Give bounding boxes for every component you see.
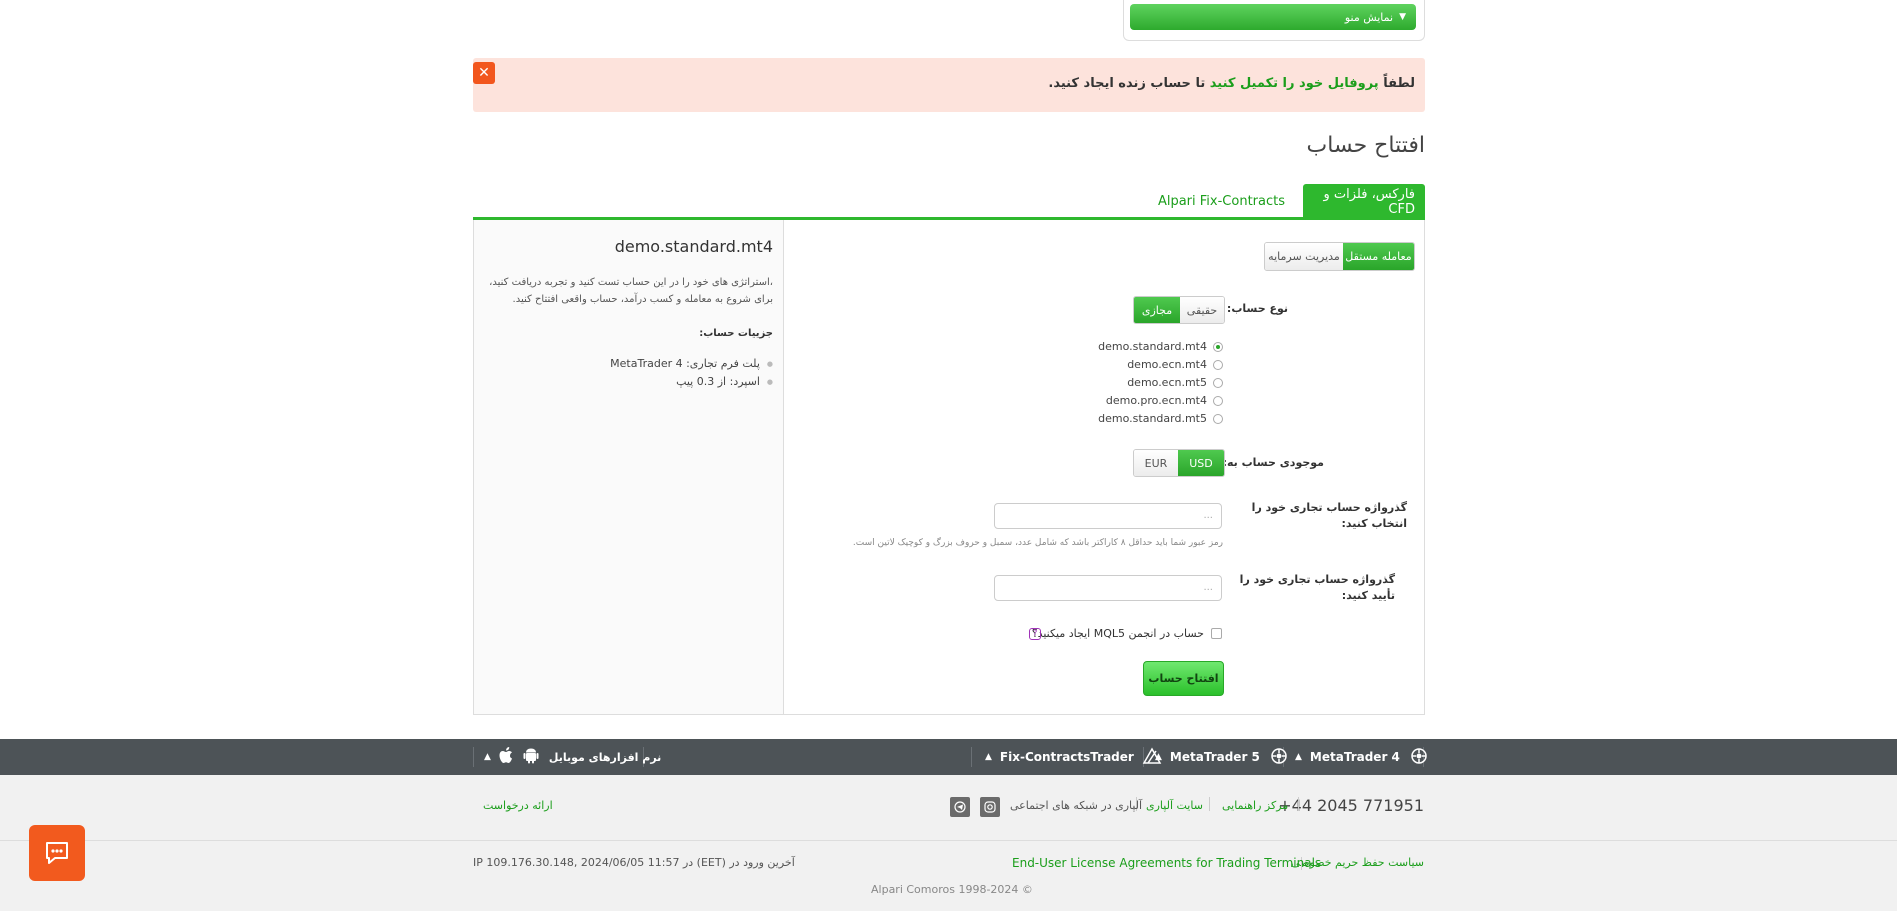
mt5-logo-icon xyxy=(1270,747,1288,768)
password-label: گذرواژه حساب تجاری خود را انتخاب کنید: xyxy=(1251,501,1407,530)
help-center-link[interactable]: مرکز راهنمایی xyxy=(1222,799,1288,812)
close-icon[interactable]: ✕ xyxy=(473,62,495,84)
profile-alert: ✕ لطفاً پروفایل خود را تکمیل کنید تا حسا… xyxy=(473,58,1425,112)
request-link[interactable]: ارائه درخواست xyxy=(483,799,553,812)
account-option-label: demo.ecn.mt5 xyxy=(1127,376,1207,389)
fix-contracts-logo-icon xyxy=(1142,746,1162,768)
android-icon xyxy=(523,747,539,767)
arrow-up-icon: ▲ xyxy=(484,752,491,762)
arrow-up-icon: ▲ xyxy=(1295,752,1302,762)
radio[interactable] xyxy=(1213,377,1223,388)
help-icon[interactable]: ? xyxy=(1029,628,1041,640)
radio[interactable] xyxy=(1213,413,1223,424)
platform-mt4[interactable]: ▲ MetaTrader 4 xyxy=(1295,739,1428,775)
platform-mt4-label: MetaTrader 4 xyxy=(1309,750,1400,764)
show-menu-button[interactable]: ▼ نمایش منو xyxy=(1130,4,1416,30)
phone-number[interactable]: +44 2045 771951 xyxy=(1278,796,1424,815)
footer-divider xyxy=(0,840,1897,841)
platform-mt5[interactable]: ▲ MetaTrader 5 xyxy=(1155,739,1288,775)
account-type-label: نوع حساب: xyxy=(1226,302,1288,315)
platform-bar: ▲ MetaTrader 4 ▲ MetaTrader 5 ▲ Fix-Cont… xyxy=(0,739,1897,775)
show-menu-label: نمایش منو xyxy=(1344,10,1394,24)
platform-fix-label: Fix-ContractsTrader xyxy=(999,750,1134,764)
details-item-spread: اسپرد: از 0.3 پیپ xyxy=(610,373,773,391)
account-option[interactable]: demo.ecn.mt4 xyxy=(1127,358,1223,371)
account-option-label: demo.standard.mt4 xyxy=(1098,340,1207,353)
alert-prefix: لطفاً xyxy=(1383,76,1415,91)
currency-toggle: EUR USD xyxy=(1133,449,1225,477)
currency-eur[interactable]: EUR xyxy=(1134,450,1178,476)
confirm-password-input[interactable]: ... xyxy=(994,575,1222,601)
account-option[interactable]: demo.standard.mt5 xyxy=(1098,412,1223,425)
account-option[interactable]: demo.ecn.mt5 xyxy=(1127,376,1223,389)
arrow-up-icon: ▲ xyxy=(985,752,992,762)
details-item-platform: پلت فرم تجاری: MetaTrader 4 xyxy=(610,355,773,373)
details-subtitle: جزییات حساب: xyxy=(699,328,773,339)
last-login-info: IP 109.176.30.148, 2024/06/05 11:57 در (… xyxy=(473,856,795,869)
platform-fix-contracts[interactable]: ▲ Fix-ContractsTrader xyxy=(985,739,1162,775)
radio-selected[interactable] xyxy=(1213,341,1223,352)
chat-button[interactable] xyxy=(29,825,85,881)
alpari-site-link[interactable]: سایت آلپاری xyxy=(1146,799,1203,812)
open-account-button[interactable]: افتتاح حساب xyxy=(1143,661,1224,696)
alert-message: لطفاً پروفایل خود را تکمیل کنید تا حساب … xyxy=(1048,76,1415,91)
mobile-apps[interactable]: ▲ نرم افزارهای موبایل xyxy=(484,739,661,775)
apple-icon xyxy=(499,747,513,767)
account-type-demo[interactable]: مجازی xyxy=(1134,297,1180,323)
instagram-icon[interactable] xyxy=(980,797,1000,817)
mobile-apps-label: نرم افزارهای موبایل xyxy=(548,750,662,764)
password-placeholder: ... xyxy=(1203,510,1213,521)
password-input[interactable]: ... xyxy=(994,503,1222,529)
chat-icon xyxy=(46,842,68,864)
complete-profile-link[interactable]: پروفایل خود را تکمیل کنید xyxy=(1210,76,1379,91)
account-type-toggle: مجازی حقیقی xyxy=(1133,296,1225,324)
confirm-password-placeholder: ... xyxy=(1203,582,1213,593)
details-description: ،استراتژی های خود را در این حساب تست کنی… xyxy=(489,277,773,305)
account-option-label: demo.ecn.mt4 xyxy=(1127,358,1207,371)
mt4-logo-icon xyxy=(1410,747,1428,768)
currency-label: موجودی حساب به: xyxy=(1222,456,1324,469)
social-label: آلپاری در شبکه های اجتماعی xyxy=(1010,799,1143,812)
password-hint: رمز عبور شما باید حداقل ۸ کاراکتر باشد ک… xyxy=(852,538,1223,548)
details-title: demo.standard.mt4 xyxy=(614,237,773,256)
divider xyxy=(971,747,972,767)
chevron-down-icon: ▼ xyxy=(1399,12,1406,22)
menu-container: ▼ نمایش منو xyxy=(1123,0,1425,41)
page-title: افتتاح حساب xyxy=(1306,133,1425,158)
radio[interactable] xyxy=(1213,395,1223,406)
currency-usd[interactable]: USD xyxy=(1178,450,1224,476)
telegram-icon[interactable] xyxy=(950,797,970,817)
details-list: پلت فرم تجاری: MetaTrader 4 اسپرد: از 0.… xyxy=(610,355,773,391)
account-details-sidebar: demo.standard.mt4 ،استراتژی های خود را د… xyxy=(474,220,784,714)
account-option-label: demo.standard.mt5 xyxy=(1098,412,1207,425)
account-option[interactable]: demo.standard.mt4 xyxy=(1098,340,1223,353)
account-option[interactable]: demo.pro.ecn.mt4 xyxy=(1106,394,1223,407)
eula-link[interactable]: End-User License Agreements for Trading … xyxy=(1012,856,1321,870)
trade-mode-toggle: مدیریت سرمایه معامله مستقل xyxy=(1264,242,1415,271)
tab-forex-metals-cfd[interactable]: فارکس، فلزات و CFD xyxy=(1303,184,1425,219)
footer: +44 2045 771951 مرکز راهنمایی سایت آلپار… xyxy=(0,775,1897,911)
confirm-password-label: گذرواژه حساب تجاری خود را تأیید کنید: xyxy=(1239,573,1395,602)
platform-mt5-label: MetaTrader 5 xyxy=(1169,750,1260,764)
mql5-label: حساب در انجمن MQL5 ایجاد میکنید؟ xyxy=(1031,627,1204,640)
radio[interactable] xyxy=(1213,359,1223,370)
mode-money-management[interactable]: مدیریت سرمایه xyxy=(1265,243,1343,270)
account-type-real[interactable]: حقیقی xyxy=(1180,297,1224,323)
mql5-checkbox[interactable] xyxy=(1211,628,1222,639)
copyright: Alpari Comoros 1998-2024 © xyxy=(871,883,1033,896)
alert-suffix: تا حساب زنده ایجاد کنید. xyxy=(1048,76,1206,91)
mode-independent-trading[interactable]: معامله مستقل xyxy=(1343,243,1414,270)
account-option-label: demo.pro.ecn.mt4 xyxy=(1105,394,1207,407)
tab-alpari-fix-contracts[interactable]: Alpari Fix-Contracts xyxy=(1148,184,1295,219)
divider xyxy=(473,747,474,767)
divider xyxy=(1298,797,1299,811)
divider xyxy=(1209,797,1210,811)
